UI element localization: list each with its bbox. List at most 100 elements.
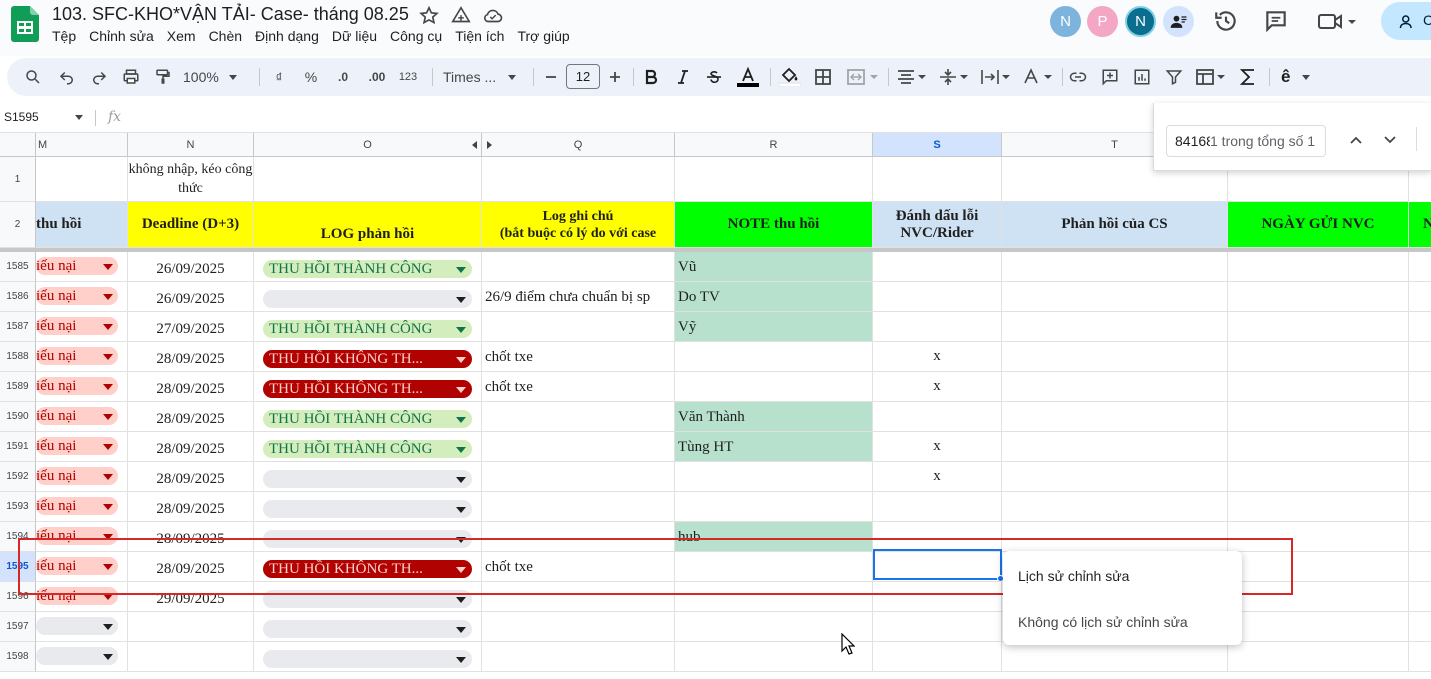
cloud-status-icon[interactable]: [482, 5, 504, 27]
font-family-select[interactable]: Times ...: [443, 67, 525, 87]
cell-v[interactable]: [1409, 642, 1431, 672]
cell-r[interactable]: [675, 372, 873, 402]
chevron-down-icon[interactable]: [75, 115, 83, 120]
row-header[interactable]: 1587: [0, 312, 36, 342]
header-deadline[interactable]: Deadline (D+3): [128, 202, 254, 248]
chevron-down-icon[interactable]: [103, 264, 113, 270]
vertical-align-button[interactable]: [937, 67, 971, 87]
column-header-s[interactable]: S: [873, 133, 1002, 157]
cell[interactable]: [36, 157, 128, 202]
chevron-down-icon[interactable]: [456, 507, 466, 513]
cell-n[interactable]: 28/09/2025: [128, 342, 254, 372]
sheets-logo-icon[interactable]: [11, 6, 39, 42]
filter-button[interactable]: [1164, 67, 1184, 87]
cell[interactable]: [675, 157, 873, 202]
cell-u[interactable]: [1228, 402, 1409, 432]
cell-n[interactable]: [128, 642, 254, 672]
cell-r[interactable]: [675, 462, 873, 492]
log-feedback-dropdown[interactable]: THU HỒI KHÔNG TH...: [263, 380, 472, 398]
cell-v[interactable]: [1409, 252, 1431, 282]
menu-extensions[interactable]: Tiện ích: [455, 28, 504, 44]
menu-insert[interactable]: Chèn: [209, 28, 242, 44]
cell-s[interactable]: x: [873, 342, 1002, 372]
column-header-o[interactable]: O: [254, 133, 482, 157]
menu-file[interactable]: Tệp: [52, 28, 76, 44]
insert-comment-button[interactable]: [1100, 67, 1120, 87]
cell-v[interactable]: [1409, 552, 1431, 582]
chevron-down-icon[interactable]: [103, 324, 113, 330]
chevron-down-icon[interactable]: [456, 597, 466, 603]
cell[interactable]: [482, 157, 675, 202]
cell-r[interactable]: Văn Thành: [675, 402, 873, 432]
cell-r[interactable]: Tùng HT: [675, 432, 873, 462]
cell-v[interactable]: [1409, 462, 1431, 492]
chevron-down-icon[interactable]: [456, 477, 466, 483]
select-all-corner[interactable]: [0, 133, 36, 157]
cell-v[interactable]: [1409, 612, 1431, 642]
column-header-n[interactable]: N: [128, 133, 254, 157]
cell-s[interactable]: x: [873, 432, 1002, 462]
cell-u[interactable]: [1228, 492, 1409, 522]
log-feedback-dropdown[interactable]: [263, 500, 472, 518]
cell-s[interactable]: x: [873, 462, 1002, 492]
cell-q[interactable]: [482, 642, 675, 672]
cell-t[interactable]: [1002, 432, 1228, 462]
cell-s[interactable]: [873, 312, 1002, 342]
chevron-down-icon[interactable]: [456, 297, 466, 303]
formula-input[interactable]: [132, 107, 1147, 129]
cell-s[interactable]: [873, 492, 1002, 522]
cell-s[interactable]: [873, 642, 1002, 672]
collaborators-button[interactable]: [1163, 6, 1194, 37]
cell-n[interactable]: 28/09/2025: [128, 432, 254, 462]
cell-q[interactable]: chốt txe: [482, 372, 675, 402]
cell-q[interactable]: chốt txe: [482, 342, 675, 372]
cell-n[interactable]: 28/09/2025: [128, 372, 254, 402]
cell-q[interactable]: [482, 402, 675, 432]
status-chip-m[interactable]: iếu nại: [36, 257, 118, 275]
status-chip-m[interactable]: [36, 617, 118, 635]
comment-icon[interactable]: [1263, 8, 1289, 34]
filter-views-button[interactable]: [1194, 67, 1228, 87]
italic-button[interactable]: [675, 67, 691, 87]
header-log-feedback[interactable]: LOG phản hồi: [254, 202, 482, 248]
header-log-note[interactable]: Log ghi chú (bắt buộc có lý do với case: [482, 202, 675, 248]
undo-button[interactable]: [57, 67, 77, 87]
status-chip-m[interactable]: iếu nại: [36, 347, 118, 365]
cell-v[interactable]: [1409, 402, 1431, 432]
menu-format[interactable]: Định dạng: [255, 28, 319, 44]
horizontal-align-button[interactable]: [895, 67, 929, 87]
status-chip-m[interactable]: iếu nại: [36, 437, 118, 455]
cell-t[interactable]: [1002, 312, 1228, 342]
cell-u[interactable]: [1228, 372, 1409, 402]
cell-t[interactable]: [1002, 492, 1228, 522]
chevron-down-icon[interactable]: [103, 654, 113, 660]
cell-n[interactable]: 27/09/2025: [128, 312, 254, 342]
chevron-down-icon[interactable]: [456, 657, 466, 663]
row-header[interactable]: 1597: [0, 612, 36, 642]
cell-t[interactable]: [1002, 462, 1228, 492]
menu-edit[interactable]: Chỉnh sửa: [89, 28, 154, 44]
redo-button[interactable]: [89, 67, 109, 87]
row-header[interactable]: 1592: [0, 462, 36, 492]
share-button[interactable]: C: [1381, 2, 1431, 40]
header-send-date[interactable]: NGÀY GỬI NVC: [1228, 202, 1409, 248]
cell-n1-note[interactable]: không nhập, kéo công thức: [128, 157, 254, 202]
chevron-down-icon[interactable]: [456, 417, 466, 423]
cell-s[interactable]: [873, 252, 1002, 282]
cell-s[interactable]: [873, 282, 1002, 312]
cell-n[interactable]: 26/09/2025: [128, 252, 254, 282]
log-feedback-dropdown[interactable]: [263, 650, 472, 668]
meet-icon[interactable]: [1317, 8, 1357, 34]
status-chip-m[interactable]: iếu nại: [36, 377, 118, 395]
percent-format-button[interactable]: %: [301, 67, 321, 87]
menu-tools[interactable]: Công cụ: [390, 28, 442, 44]
status-chip-m[interactable]: iếu nại: [36, 497, 118, 515]
cell-r[interactable]: Do TV: [675, 282, 873, 312]
move-to-folder-icon[interactable]: [450, 5, 472, 27]
cell-v[interactable]: [1409, 582, 1431, 612]
cell-q[interactable]: [482, 612, 675, 642]
menu-data[interactable]: Dữ liệu: [332, 28, 377, 44]
cell-t[interactable]: [1002, 282, 1228, 312]
cell-q[interactable]: 26/9 điểm chưa chuẩn bị sp: [482, 282, 675, 312]
merge-cells-button[interactable]: [845, 67, 881, 87]
